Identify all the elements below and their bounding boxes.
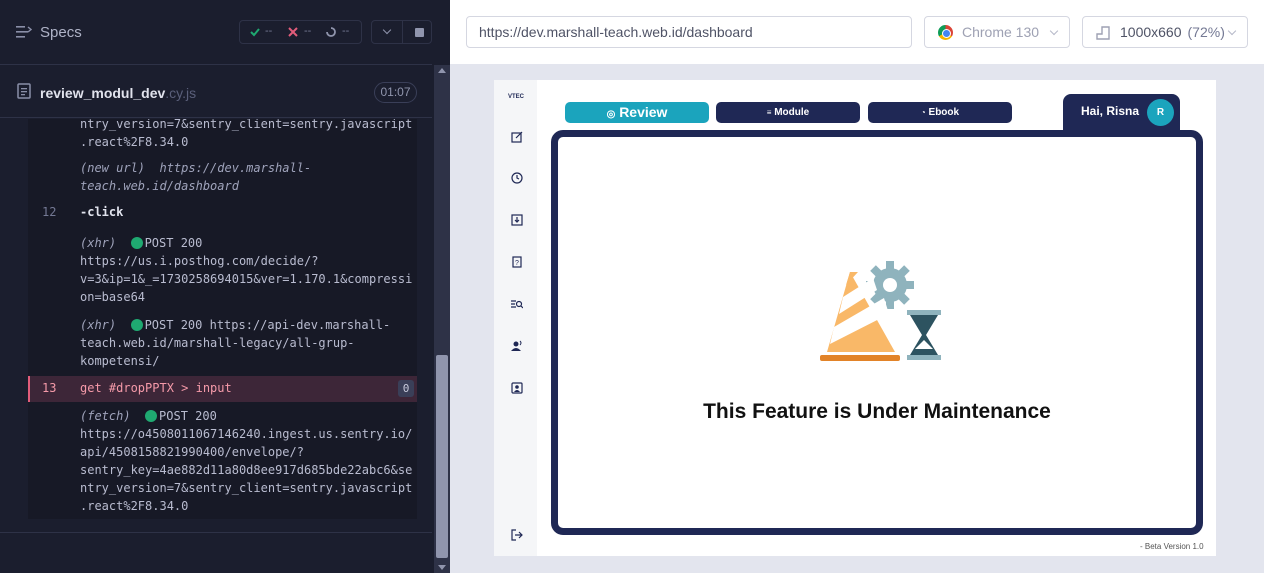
step-number: 13: [42, 381, 57, 395]
scroll-up-arrow-icon[interactable]: [438, 68, 446, 73]
avatar[interactable]: R: [1147, 99, 1174, 126]
command-get-active[interactable]: 13 get #dropPPTX > input 0: [28, 376, 417, 402]
edit-icon[interactable]: [511, 131, 523, 143]
status-dot: [130, 237, 143, 249]
test-stats: -- -- --: [239, 20, 362, 44]
passed-count: --: [265, 25, 273, 37]
pending-count: --: [342, 25, 350, 37]
status-dot: [145, 410, 158, 422]
log-entry-xhr-posthog[interactable]: (xhr) POST 200 https://us.i.posthog.com/…: [80, 234, 415, 306]
specs-toolbar: Specs -- -- --: [0, 0, 432, 65]
reporter-panel: Specs -- -- -- review_modul_dev.cy.js 01…: [0, 0, 450, 573]
list-search-icon[interactable]: [511, 298, 523, 310]
browser-label: Chrome 130: [962, 24, 1040, 40]
runner-toolbar: https://dev.marshall-teach.web.id/dashbo…: [450, 0, 1264, 64]
chevron-down-icon[interactable]: [382, 25, 392, 36]
command-log: ntry_version=7&sentry_client=sentry.java…: [28, 119, 417, 519]
failed-count: --: [304, 25, 312, 37]
download-icon[interactable]: [511, 214, 523, 226]
aut-url-field[interactable]: https://dev.marshall-teach.web.id/dashbo…: [466, 16, 912, 48]
step-number: 12: [42, 205, 57, 219]
log-entry-xhr-api[interactable]: (xhr) POST 200 https://api-dev.marshall-…: [80, 316, 415, 370]
tab-ebook[interactable]: ◔ Ebook: [868, 102, 1012, 123]
app-sidebar: VTEC ?: [494, 80, 537, 556]
spec-filename: review_modul_dev.cy.js: [40, 85, 197, 101]
maintenance-illustration: [820, 261, 941, 361]
browser-selector[interactable]: Chrome 130: [924, 16, 1070, 48]
command-click[interactable]: -click: [80, 205, 123, 219]
list-icon: ≡: [766, 108, 772, 117]
user-voice-icon[interactable]: [511, 340, 523, 352]
scroll-down-arrow-icon[interactable]: [438, 565, 446, 570]
app-logo: VTEC: [508, 94, 525, 100]
spec-header: review_modul_dev.cy.js 01:07: [0, 66, 432, 118]
viewport-label: 1000x660 (72%): [1120, 24, 1225, 40]
chevron-down-icon: [1227, 26, 1237, 36]
svg-text:?: ?: [515, 260, 519, 267]
log-entry-sentry-tail[interactable]: ntry_version=7&sentry_client=sentry.java…: [80, 119, 415, 151]
pending-spinner-icon: [326, 27, 336, 37]
reporter-scrollbar[interactable]: [434, 65, 450, 573]
element-count-badge: 0: [398, 380, 414, 397]
document-icon: [17, 83, 31, 99]
specs-list-icon[interactable]: [16, 25, 32, 39]
id-card-icon[interactable]: [511, 382, 523, 394]
user-greeting-tab[interactable]: Hai, Risna R: [1063, 94, 1180, 132]
history-icon[interactable]: [511, 172, 523, 184]
question-file-icon[interactable]: ?: [511, 256, 523, 268]
failed-x-icon: [288, 27, 298, 37]
hourglass-icon: [907, 310, 941, 360]
passed-check-icon: [250, 28, 260, 37]
content-panel: This Feature is Under Maintenance: [551, 130, 1203, 535]
logout-icon[interactable]: [511, 529, 523, 541]
book-icon: ◔: [920, 108, 926, 117]
app-under-test: VTEC ? ◎ Review ≡ Module ◔ Ebook Hai, Ri…: [494, 80, 1216, 556]
chrome-icon: [938, 25, 953, 40]
log-entry-fetch-sentry[interactable]: (fetch) POST 200 https://o45080110671462…: [80, 407, 415, 515]
eye-icon: ◎: [606, 109, 616, 120]
aut-panel: https://dev.marshall-teach.web.id/dashbo…: [450, 0, 1264, 573]
tab-module[interactable]: ≡ Module: [716, 102, 860, 123]
tab-review[interactable]: ◎ Review: [565, 102, 709, 123]
ruler-icon: [1096, 26, 1110, 40]
maintenance-message: This Feature is Under Maintenance: [703, 400, 1051, 423]
beta-version-label: - Beta Version 1.0: [1140, 542, 1204, 551]
chevron-down-icon: [1049, 26, 1059, 36]
specs-label[interactable]: Specs: [40, 24, 82, 41]
status-dot: [130, 319, 143, 331]
command-get: get #dropPPTX > input: [80, 381, 232, 395]
log-entry-new-url[interactable]: (new url) https://dev.marshall- teach.we…: [80, 159, 415, 195]
scroll-thumb[interactable]: [436, 355, 448, 558]
spec-duration: 01:07: [374, 82, 417, 103]
viewport-selector[interactable]: 1000x660 (72%): [1082, 16, 1248, 48]
greeting-text: Hai, Risna: [1081, 104, 1140, 118]
run-controls: [371, 20, 432, 44]
stop-icon[interactable]: [415, 28, 424, 37]
